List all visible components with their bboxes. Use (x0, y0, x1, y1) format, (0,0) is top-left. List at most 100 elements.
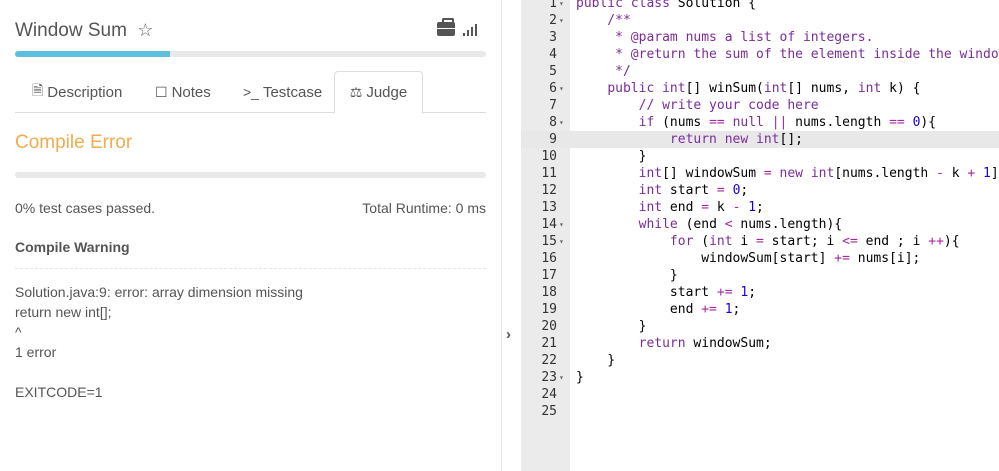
code-text: return windowSum; (638, 336, 772, 351)
code-text: public int[] winSum(int[] nums, int k) { (607, 81, 921, 96)
fold-arrow-icon[interactable]: ▾ (559, 233, 564, 250)
code-line[interactable]: 3 * @param nums a list of integers. (521, 29, 999, 46)
code-line[interactable]: 19 end += 1; (521, 301, 999, 318)
line-number: 21 (541, 336, 557, 351)
code-text: */ (576, 64, 631, 79)
fold-arrow-icon[interactable]: ▾ (559, 369, 564, 386)
warning-heading: Compile Warning (15, 239, 130, 255)
fold-arrow-icon[interactable]: ▾ (559, 12, 564, 29)
code-text: public class Solution { (576, 0, 757, 11)
code-line[interactable]: 12 int start = 0; (521, 182, 999, 199)
code-text: } (576, 370, 584, 385)
line-number: 20 (541, 319, 557, 334)
code-line[interactable]: 14 ▾ while (end < nums.length){ (521, 216, 999, 233)
line-number: 2 (549, 13, 557, 28)
scale-icon: ⚖ (349, 84, 363, 100)
line-number: 3 (549, 30, 557, 45)
briefcase-icon[interactable] (437, 18, 455, 36)
line-number: 4 (549, 47, 557, 62)
divider (15, 268, 486, 269)
code-text: } (576, 149, 647, 164)
code-text: int end = k - 1; (638, 200, 764, 215)
line-number: 23 (541, 370, 557, 385)
code-editor[interactable]: 1 ▾ public class Solution {2 ▾ /** 3 * @para… (521, 0, 999, 471)
tab-testcase[interactable]: >_ Testcase (243, 71, 322, 113)
terminal-icon: >_ (243, 84, 259, 100)
line-number: 5 (549, 64, 557, 79)
code-text: end += 1; (576, 302, 741, 317)
code-text: if (nums == null || nums.length == 0){ (638, 115, 937, 130)
title-row: Window Sum ☆ (15, 18, 486, 44)
code-line[interactable]: 4 * @return the sum of the element insid… (521, 46, 999, 63)
panel-splitter[interactable]: › (503, 0, 521, 471)
code-text: for (int i = start; i <= end ; i ++){ (669, 234, 960, 249)
notes-icon: ☐ (155, 83, 168, 100)
difficulty-bars-icon (463, 22, 477, 36)
line-number: 18 (541, 285, 557, 300)
code-line[interactable]: 24 (521, 386, 999, 403)
tab-description[interactable]: 🗎 Description (32, 71, 122, 113)
code-line[interactable]: 7 // write your code here (521, 97, 999, 114)
code-line[interactable]: 15 ▾ for (int i = start; i <= end ; i ++)… (521, 233, 999, 250)
passed-text: 0% test cases passed. (15, 200, 156, 216)
tab-label: Notes (171, 83, 211, 101)
line-number: 1 (549, 0, 557, 11)
tab-bar: 🗎 Description ☐ Notes >_ Testcase ⚖ Judg… (15, 71, 486, 114)
code-line[interactable]: 11 int[] windowSum = new int[nums.length… (521, 165, 999, 182)
line-number: 19 (541, 302, 557, 317)
toolbar (437, 18, 477, 36)
tab-label: Description (47, 83, 123, 101)
fold-arrow-icon[interactable]: ▾ (559, 114, 564, 131)
code-line[interactable]: 20 } (521, 318, 999, 335)
code-text: int start = 0; (638, 183, 749, 198)
progress-bar (15, 51, 486, 57)
line-number: 17 (541, 268, 557, 283)
code-line[interactable]: 16 windowSum[start] += nums[i]; (521, 250, 999, 267)
result-status: Compile Error (15, 132, 133, 153)
line-number: 12 (541, 183, 557, 198)
line-number: 16 (541, 251, 557, 266)
line-number: 22 (541, 353, 557, 368)
code-line[interactable]: 1 ▾ public class Solution { (521, 0, 999, 12)
code-text: return new int[]; (669, 132, 803, 147)
code-line[interactable]: 5 */ (521, 63, 999, 80)
runtime-text: Total Runtime: 0 ms (362, 200, 486, 216)
line-number: 11 (541, 166, 557, 181)
code-text: /** (576, 13, 631, 28)
result-stats: 0% test cases passed. Total Runtime: 0 m… (15, 200, 486, 216)
code-line[interactable]: 18 start += 1; (521, 284, 999, 301)
line-number: 10 (541, 149, 557, 164)
tab-notes[interactable]: ☐ Notes (155, 71, 211, 113)
code-area[interactable]: 1 ▾ public class Solution {2 ▾ /** 3 * @para… (521, 0, 999, 420)
fold-arrow-icon[interactable]: ▾ (559, 80, 564, 97)
code-line[interactable]: 21 return windowSum; (521, 335, 999, 352)
code-text: * @param nums a list of integers. (576, 30, 874, 45)
problem-title-text: Window Sum (15, 20, 127, 41)
code-line[interactable]: 22 } (521, 352, 999, 369)
line-number: 7 (549, 98, 557, 113)
star-icon[interactable]: ☆ (137, 20, 153, 40)
problem-panel: Window Sum ☆ 🗎 Description ☐ Notes >_ Te… (0, 0, 502, 471)
code-line[interactable]: 6 ▾ public int[] winSum(int[] nums, int k… (521, 80, 999, 97)
code-text: } (576, 319, 647, 334)
line-number: 24 (541, 387, 557, 402)
progress-fill (15, 51, 171, 57)
code-line[interactable]: 17 } (521, 267, 999, 284)
code-line[interactable]: 9 return new int[]; (521, 131, 999, 148)
code-line[interactable]: 13 int end = k - 1; (521, 199, 999, 216)
code-line[interactable]: 8 ▾ if (nums == null || nums.length == 0)… (521, 114, 999, 131)
code-line[interactable]: 25 (521, 403, 999, 420)
tab-judge[interactable]: ⚖ Judge (334, 71, 423, 114)
fold-arrow-icon[interactable]: ▾ (559, 0, 564, 12)
chevron-right-icon[interactable]: › (506, 326, 511, 343)
result-progress-bar (15, 172, 486, 178)
code-line[interactable]: 10 } (521, 148, 999, 165)
fold-arrow-icon[interactable]: ▾ (559, 216, 564, 233)
line-number: 13 (541, 200, 557, 215)
code-text: windowSum[start] += nums[i]; (576, 251, 921, 266)
code-text: } (576, 268, 678, 283)
code-line[interactable]: 2 ▾ /** (521, 12, 999, 29)
code-line[interactable]: 23 ▾} (521, 369, 999, 386)
line-number: 6 (549, 81, 557, 96)
code-text: // write your code here (576, 98, 819, 113)
